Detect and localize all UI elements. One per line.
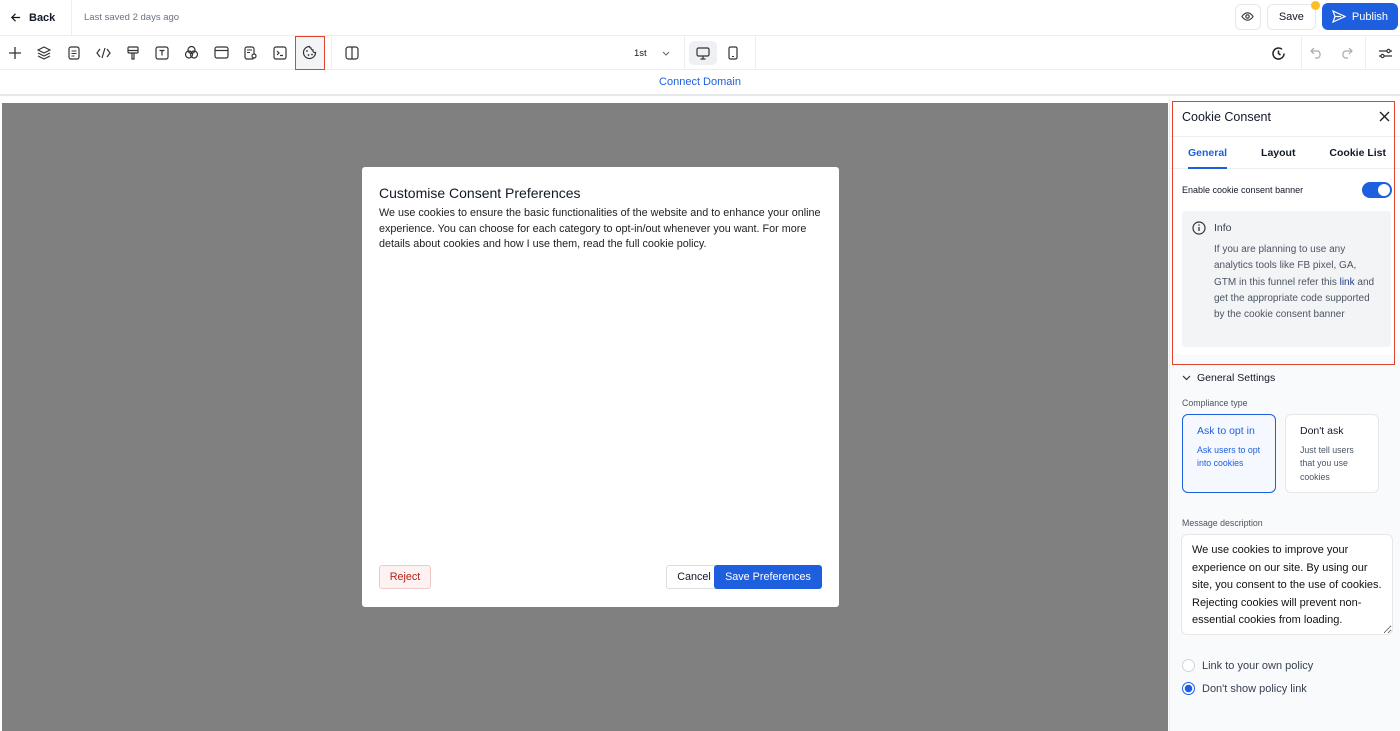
cookie-consent-panel: Cookie Consent General Layout Cookie Lis… bbox=[1169, 97, 1400, 731]
enable-banner-toggle[interactable] bbox=[1362, 182, 1392, 198]
split-view-button[interactable] bbox=[338, 36, 368, 69]
cookie-consent-button[interactable] bbox=[295, 35, 325, 70]
save-button[interactable]: Save bbox=[1266, 0, 1320, 30]
eye-icon bbox=[1241, 10, 1255, 23]
page-icon bbox=[68, 45, 80, 60]
compliance-option-opt-in[interactable]: Ask to opt in Ask users to opt into cooki… bbox=[1182, 414, 1276, 493]
info-text: If you are planning to use any analytics… bbox=[1214, 244, 1357, 288]
text-button[interactable] bbox=[148, 36, 178, 69]
styles-button[interactable] bbox=[118, 36, 148, 69]
sliders-icon bbox=[1378, 47, 1393, 60]
undo-button[interactable] bbox=[1302, 37, 1332, 70]
code-icon bbox=[96, 47, 111, 59]
top-bar: Back Last saved 2 days ago Save Publish bbox=[0, 0, 1400, 36]
close-icon[interactable] bbox=[1379, 111, 1390, 122]
modal-title: Customise Consent Preferences bbox=[379, 185, 581, 201]
option-title: Don't ask bbox=[1300, 425, 1344, 437]
option-description: Ask users to opt into cookies bbox=[1197, 445, 1261, 469]
radio-button[interactable] bbox=[1182, 659, 1195, 672]
colors-button[interactable] bbox=[177, 36, 207, 69]
connect-domain-link[interactable]: Connect Domain bbox=[659, 76, 741, 88]
policy-option-own-link[interactable]: Link to your own policy bbox=[1170, 654, 1400, 677]
chevron-down-icon bbox=[662, 51, 670, 56]
mobile-view-button[interactable] bbox=[719, 41, 747, 65]
preview-button[interactable] bbox=[1234, 3, 1261, 30]
radio-button[interactable] bbox=[1182, 682, 1195, 695]
split-view-icon bbox=[345, 45, 359, 60]
mobile-icon bbox=[728, 46, 738, 60]
general-settings-label: General Settings bbox=[1197, 372, 1276, 384]
divider bbox=[330, 35, 332, 70]
compliance-type-label: Compliance type bbox=[1182, 398, 1248, 408]
save-preferences-button[interactable]: Save Preferences bbox=[714, 565, 822, 589]
redo-icon bbox=[1340, 47, 1353, 59]
page-select[interactable]: 1st bbox=[622, 48, 682, 59]
layers-icon bbox=[37, 45, 52, 60]
redo-button[interactable] bbox=[1332, 37, 1362, 70]
divider bbox=[684, 36, 685, 70]
option-description: Just tell users that you use cookies bbox=[1300, 445, 1354, 482]
consent-preferences-modal: Customise Consent Preferences We use coo… bbox=[362, 167, 839, 607]
add-element-button[interactable] bbox=[0, 36, 30, 69]
layers-button[interactable] bbox=[30, 36, 60, 69]
history-icon bbox=[1271, 46, 1286, 61]
terminal-icon bbox=[273, 45, 287, 60]
arrow-left-icon bbox=[10, 12, 21, 23]
tab-layout[interactable]: Layout bbox=[1261, 147, 1295, 159]
layout-icon bbox=[214, 46, 229, 59]
undo-icon bbox=[1310, 47, 1323, 59]
cookie-icon bbox=[302, 45, 317, 60]
info-link[interactable]: link bbox=[1340, 277, 1355, 288]
policy-option-no-link[interactable]: Don't show policy link bbox=[1170, 677, 1400, 700]
code-button[interactable] bbox=[89, 36, 119, 69]
desktop-view-button[interactable] bbox=[689, 41, 717, 65]
add-icon bbox=[8, 46, 21, 59]
enable-banner-label: Enable cookie consent banner bbox=[1182, 185, 1304, 195]
last-saved-status: Last saved 2 days ago bbox=[84, 12, 180, 23]
compliance-option-dont-ask[interactable]: Don't ask Just tell users that you use co… bbox=[1285, 414, 1379, 493]
panel-tabs: General Layout Cookie List bbox=[1170, 137, 1400, 169]
settings-button[interactable] bbox=[1370, 37, 1400, 70]
radio-label: Don't show policy link bbox=[1202, 682, 1307, 695]
history-button[interactable] bbox=[1255, 37, 1301, 70]
info-box: Info If you are planning to use any anal… bbox=[1182, 211, 1391, 347]
save-label: Save bbox=[1278, 10, 1304, 23]
editor-toolbar: 1st bbox=[0, 35, 1400, 70]
message-description-input[interactable]: We use cookies to improve your experienc… bbox=[1181, 534, 1393, 635]
seo-icon bbox=[244, 45, 258, 60]
page-select-value: 1st bbox=[634, 47, 647, 59]
reject-button[interactable]: Reject bbox=[379, 565, 431, 589]
publish-button[interactable]: Publish bbox=[1321, 3, 1398, 30]
unsaved-indicator bbox=[1310, 0, 1320, 10]
tab-general[interactable]: General bbox=[1188, 147, 1228, 169]
divider bbox=[755, 36, 756, 70]
general-settings-header[interactable]: General Settings bbox=[1170, 362, 1400, 384]
scripts-button[interactable] bbox=[266, 36, 296, 69]
brush-icon bbox=[127, 45, 139, 60]
publish-label: Publish bbox=[1351, 10, 1388, 23]
text-icon bbox=[155, 45, 169, 60]
modal-description: We use cookies to ensure the basic funct… bbox=[379, 207, 821, 250]
tab-cookie-list[interactable]: Cookie List bbox=[1329, 147, 1386, 159]
pages-button[interactable] bbox=[59, 36, 89, 69]
connect-domain-bar: Connect Domain bbox=[0, 70, 1400, 96]
option-title: Ask to opt in bbox=[1197, 425, 1255, 437]
editor-canvas: Customise Consent Preferences We use coo… bbox=[2, 103, 1168, 731]
chevron-down-icon bbox=[1182, 375, 1191, 381]
back-button[interactable]: Back bbox=[0, 0, 72, 36]
radio-label: Link to your own policy bbox=[1202, 659, 1314, 672]
seo-button[interactable] bbox=[236, 36, 266, 69]
message-description-label: Message description bbox=[1182, 518, 1263, 528]
info-title: Info bbox=[1214, 222, 1232, 234]
color-blend-icon bbox=[184, 45, 199, 60]
divider bbox=[1365, 36, 1366, 70]
send-icon bbox=[1331, 10, 1346, 23]
back-label: Back bbox=[29, 11, 56, 24]
sections-button[interactable] bbox=[207, 36, 237, 69]
desktop-icon bbox=[696, 46, 710, 60]
info-icon bbox=[1192, 221, 1206, 235]
panel-title: Cookie Consent bbox=[1182, 109, 1271, 124]
